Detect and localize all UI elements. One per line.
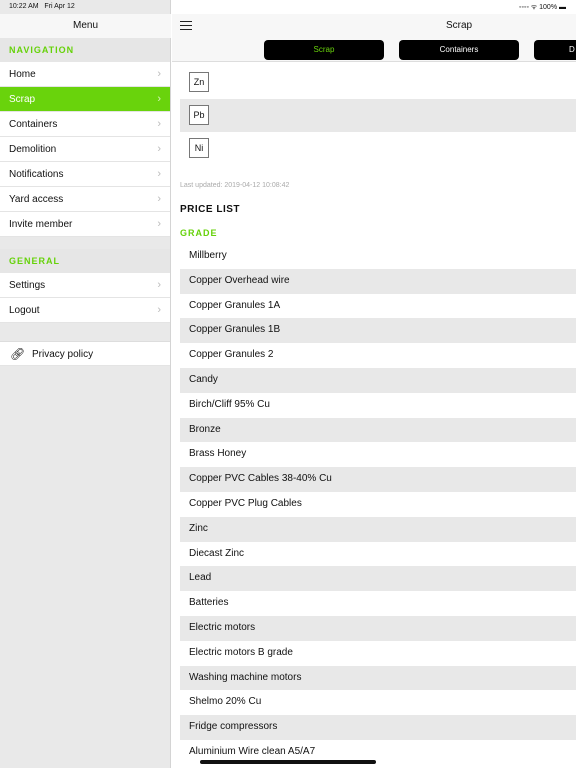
grade-row[interactable]: Shelmo 20% Cu — [180, 690, 576, 715]
tab-scrap[interactable]: Scrap — [264, 40, 384, 60]
chevron-right-icon: › — [157, 218, 161, 230]
navigation-section-label: NAVIGATION — [0, 38, 170, 62]
home-indicator[interactable] — [200, 760, 376, 764]
last-updated: Last updated: 2019-04-12 10:08:42 — [180, 182, 290, 189]
element-row[interactable]: Zn — [180, 66, 576, 99]
sidebar-item-containers[interactable]: Containers › — [0, 112, 170, 137]
grade-row[interactable]: Electric motors B grade — [180, 641, 576, 666]
sidebar-item-label: Settings — [9, 280, 46, 291]
sidebar-body: NAVIGATION Home › Scrap › Containers › Demolit… — [0, 38, 170, 366]
sidebar-item-scrap[interactable]: Scrap › — [0, 87, 170, 112]
sidebar-item-label: Home — [9, 69, 36, 80]
sidebar-item-label: Invite member — [9, 219, 73, 230]
sidebar-item-label: Notifications — [9, 169, 64, 180]
sidebar: Menu NAVIGATION Home › Scrap › Containers › De… — [0, 0, 171, 768]
sidebar-item-label: Containers — [9, 119, 58, 130]
chevron-right-icon: › — [157, 93, 161, 105]
chevron-right-icon: › — [157, 193, 161, 205]
header: Scrap Scrap Containers D — [172, 14, 576, 62]
chevron-right-icon: › — [157, 279, 161, 291]
chevron-right-icon: › — [157, 143, 161, 155]
status-bar: 10:22 AM Fri Apr 12 ◦◦◦◦ ᯤ 100% ▬ — [0, 0, 576, 14]
tab-demolition[interactable]: D — [534, 40, 576, 60]
grade-row[interactable]: Copper PVC Plug Cables — [180, 492, 576, 517]
nav-list: Home › Scrap › Containers › Demolition › Notific… — [0, 62, 170, 237]
sidebar-item-label: Yard access — [9, 194, 64, 205]
battery-status: ◦◦◦◦ ᯤ 100% ▬ — [518, 4, 566, 11]
sidebar-item-label: Scrap — [9, 94, 36, 105]
link-icon: 🔗︎ — [10, 347, 26, 361]
element-badge: Ni — [189, 138, 209, 158]
grade-row[interactable]: Copper Overhead wire — [180, 268, 576, 294]
sidebar-item-label: Logout — [9, 305, 40, 316]
chevron-right-icon: › — [157, 304, 161, 316]
element-row[interactable]: Ni — [180, 132, 576, 165]
grade-row[interactable]: Washing machine motors — [180, 665, 576, 691]
page-title: Scrap — [445, 20, 473, 31]
privacy-label: Privacy policy — [32, 349, 94, 360]
grade-row[interactable]: Millberry — [180, 244, 576, 269]
sidebar-item-label: Demolition — [9, 144, 57, 155]
chevron-right-icon: › — [157, 118, 161, 130]
time: 10:22 AM — [9, 3, 39, 10]
grade-row[interactable]: Copper Granules 1A — [180, 294, 576, 319]
grade-row[interactable]: Electric motors — [180, 615, 576, 641]
grade-row[interactable]: Copper PVC Cables 38-40% Cu — [180, 467, 576, 492]
grade-list: Millberry Copper Overhead wire Copper Gran… — [180, 244, 576, 765]
grade-row[interactable]: Birch/Cliff 95% Cu — [180, 393, 576, 418]
general-list: Settings › Logout › — [0, 273, 170, 323]
grade-heading: GRADE — [180, 228, 218, 238]
sidebar-item-demolition[interactable]: Demolition › — [0, 137, 170, 162]
battery-level: 100% — [539, 4, 558, 11]
grade-row[interactable]: Bronze — [180, 417, 576, 443]
grade-row[interactable]: Fridge compressors — [180, 715, 576, 740]
grade-row[interactable]: Lead — [180, 566, 576, 592]
privacy-policy-link[interactable]: 🔗︎ Privacy policy — [0, 341, 170, 366]
sidebar-item-invite-member[interactable]: Invite member › — [0, 212, 170, 237]
element-badge: Zn — [189, 72, 209, 92]
sidebar-title: Menu — [0, 14, 171, 38]
grade-row[interactable]: Copper Granules 1B — [180, 318, 576, 344]
element-row[interactable]: Pb — [180, 99, 576, 132]
status-time: 10:22 AM Fri Apr 12 — [9, 3, 75, 10]
element-badge: Pb — [189, 105, 209, 125]
general-section-label: GENERAL — [0, 249, 170, 273]
price-list-heading: PRICE LIST — [180, 204, 241, 215]
date: Fri Apr 12 — [44, 3, 75, 10]
sidebar-item-logout[interactable]: Logout › — [0, 298, 170, 323]
sidebar-item-yard-access[interactable]: Yard access › — [0, 187, 170, 212]
tab-containers[interactable]: Containers — [399, 40, 519, 60]
grade-row[interactable]: Batteries — [180, 591, 576, 616]
grade-row[interactable]: Diecast Zinc — [180, 542, 576, 567]
sidebar-item-settings[interactable]: Settings › — [0, 273, 170, 298]
grade-row[interactable]: Zinc — [180, 516, 576, 542]
sidebar-item-home[interactable]: Home › — [0, 62, 170, 87]
grade-row[interactable]: Copper Granules 2 — [180, 343, 576, 368]
chevron-right-icon: › — [157, 168, 161, 180]
chevron-right-icon: › — [157, 68, 161, 80]
main-content: Scrap Scrap Containers D Zn Pb Ni Last u… — [172, 0, 576, 768]
grade-row[interactable]: Brass Honey — [180, 442, 576, 467]
sidebar-item-notifications[interactable]: Notifications › — [0, 162, 170, 187]
grade-row[interactable]: Candy — [180, 367, 576, 393]
